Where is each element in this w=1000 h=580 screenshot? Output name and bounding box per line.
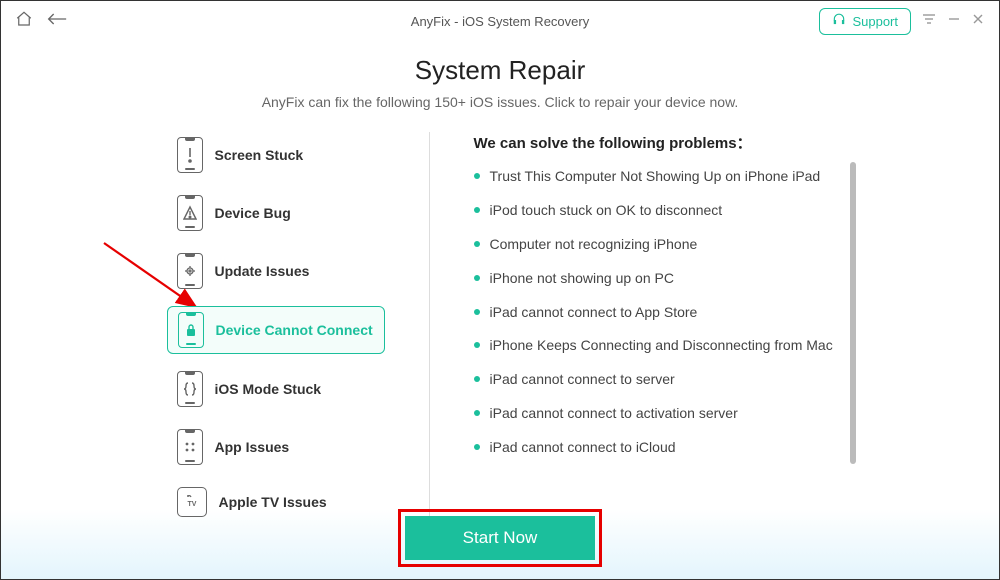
category-list: Screen Stuck Device Bug Update Issues De…	[167, 132, 385, 522]
lock-icon	[178, 312, 204, 348]
category-device-cannot-connect[interactable]: Device Cannot Connect	[167, 306, 385, 354]
start-now-button[interactable]: Start Now	[405, 516, 596, 560]
category-update-issues[interactable]: Update Issues	[167, 248, 385, 294]
problem-text: Trust This Computer Not Showing Up on iP…	[490, 167, 821, 186]
category-label: Device Bug	[215, 205, 291, 221]
page-subtitle: AnyFix can fix the following 150+ iOS is…	[1, 94, 999, 110]
problem-item: Trust This Computer Not Showing Up on iP…	[474, 167, 834, 186]
bullet-icon	[474, 342, 480, 348]
problem-text: iPhone not showing up on PC	[490, 269, 674, 288]
bullet-icon	[474, 275, 480, 281]
category-label: Update Issues	[215, 263, 310, 279]
bullet-icon	[474, 207, 480, 213]
bullet-icon	[474, 241, 480, 247]
grid-icon	[177, 429, 203, 465]
problem-list: Trust This Computer Not Showing Up on iP…	[474, 167, 834, 457]
problem-item: iPhone not showing up on PC	[474, 269, 834, 288]
home-icon[interactable]	[15, 10, 33, 33]
minimize-icon[interactable]	[947, 12, 961, 31]
svg-text:TV: TV	[187, 501, 196, 508]
problem-text: iPad cannot connect to activation server	[490, 404, 738, 423]
problem-text: Computer not recognizing iPhone	[490, 235, 698, 254]
problems-title: We can solve the following problems：	[474, 132, 834, 153]
category-label: App Issues	[215, 439, 290, 455]
gear-icon	[177, 253, 203, 289]
main-content: Screen Stuck Device Bug Update Issues De…	[1, 132, 999, 522]
problem-item: iPad cannot connect to App Store	[474, 303, 834, 322]
headset-icon	[832, 13, 846, 30]
menu-icon[interactable]	[921, 12, 937, 30]
vertical-divider	[429, 132, 430, 522]
problem-text: iPad cannot connect to iCloud	[490, 438, 676, 457]
footer: Start Now	[1, 509, 999, 567]
app-window: AnyFix - iOS System Recovery Support	[0, 0, 1000, 580]
problem-text: iPod touch stuck on OK to disconnect	[490, 201, 723, 220]
bullet-icon	[474, 173, 480, 179]
bullet-icon	[474, 444, 480, 450]
category-label: Screen Stuck	[215, 147, 304, 163]
titlebar-right: Support	[819, 8, 985, 35]
category-screen-stuck[interactable]: Screen Stuck	[167, 132, 385, 178]
page-title: System Repair	[1, 55, 999, 86]
category-ios-mode-stuck[interactable]: iOS Mode Stuck	[167, 366, 385, 412]
window-controls	[921, 12, 985, 31]
category-label: Apple TV Issues	[219, 494, 327, 510]
problems-panel: We can solve the following problems： Tru…	[474, 132, 834, 522]
bullet-icon	[474, 376, 480, 382]
category-label: Device Cannot Connect	[216, 322, 373, 338]
category-label: iOS Mode Stuck	[215, 381, 322, 397]
support-button[interactable]: Support	[819, 8, 911, 35]
problem-text: iPad cannot connect to server	[490, 370, 675, 389]
bullet-icon	[474, 309, 480, 315]
problem-text: iPad cannot connect to App Store	[490, 303, 698, 322]
problem-item: iPhone Keeps Connecting and Disconnectin…	[474, 336, 834, 355]
titlebar-left	[15, 10, 67, 33]
brace-icon	[177, 371, 203, 407]
problem-text: iPhone Keeps Connecting and Disconnectin…	[490, 336, 833, 355]
support-label: Support	[852, 14, 898, 29]
category-app-issues[interactable]: App Issues	[167, 424, 385, 470]
problem-item: iPod touch stuck on OK to disconnect	[474, 201, 834, 220]
problem-item: iPad cannot connect to iCloud	[474, 438, 834, 457]
category-device-bug[interactable]: Device Bug	[167, 190, 385, 236]
bullet-icon	[474, 410, 480, 416]
problem-item: iPad cannot connect to server	[474, 370, 834, 389]
problem-item: iPad cannot connect to activation server	[474, 404, 834, 423]
titlebar: AnyFix - iOS System Recovery Support	[1, 1, 999, 41]
close-icon[interactable]	[971, 12, 985, 31]
scrollbar[interactable]	[850, 162, 856, 464]
start-button-highlight: Start Now	[398, 509, 603, 567]
exclaim-icon	[177, 137, 203, 173]
warning-icon	[177, 195, 203, 231]
problem-item: Computer not recognizing iPhone	[474, 235, 834, 254]
back-icon[interactable]	[47, 12, 67, 31]
